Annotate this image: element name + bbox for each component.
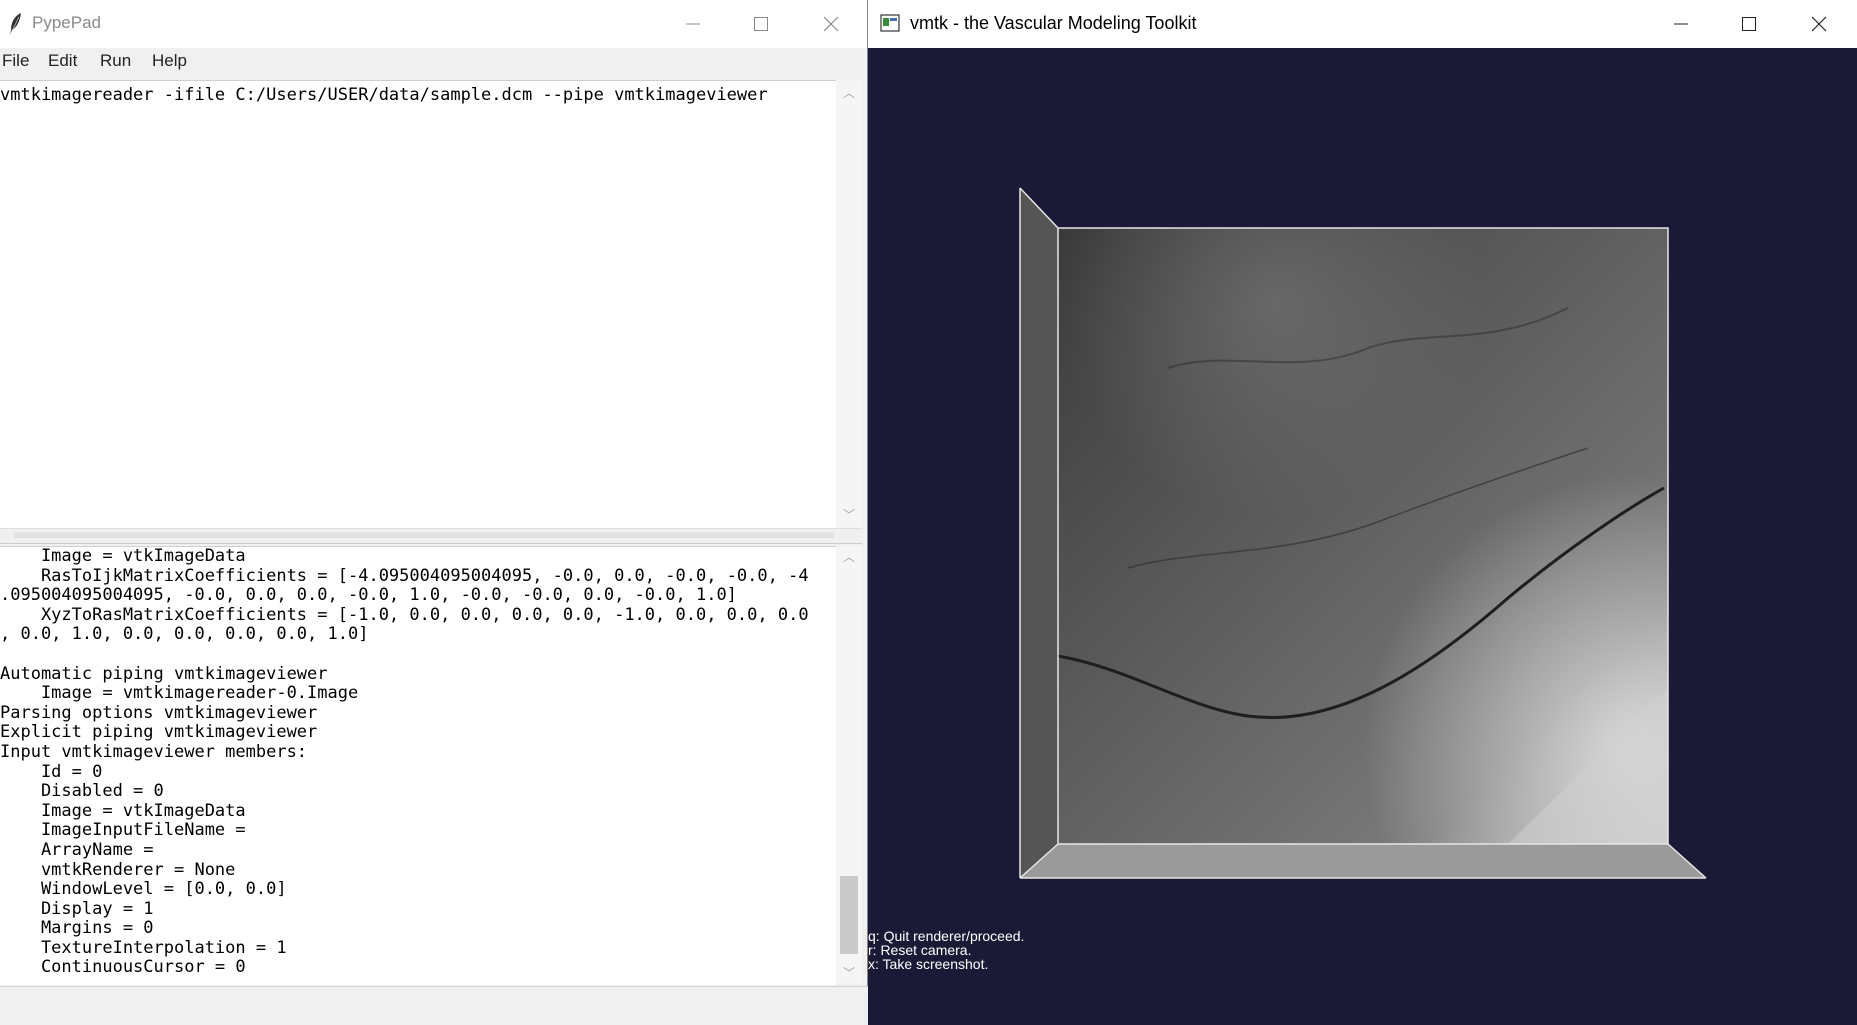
- render-viewport[interactable]: q: Quit renderer/proceed. r: Reset camer…: [868, 48, 1857, 1024]
- menu-bar: File Edit Run Help: [0, 48, 867, 76]
- console-line: Explicit piping vmtkimageviewer: [0, 722, 318, 743]
- console-line: Display = 1: [0, 898, 154, 919]
- minimize-icon: [686, 23, 700, 25]
- hint-screenshot: x: Take screenshot.: [868, 956, 989, 972]
- console-line: XyzToRasMatrixCoefficients = [-1.0, 0.0,…: [0, 604, 809, 625]
- bottom-slice-plane: [1020, 844, 1706, 878]
- minimize-icon: [1674, 23, 1688, 25]
- scroll-up-icon[interactable]: ︿: [842, 86, 856, 100]
- maximize-icon: [754, 17, 768, 31]
- console-line: ArrayName =: [0, 839, 154, 860]
- console-line: ContinuousCursor = 0: [0, 957, 246, 978]
- console-line: Image = vtkImageData: [0, 800, 246, 821]
- status-bar: [0, 986, 868, 1025]
- minimize-button[interactable]: [1648, 0, 1714, 48]
- console-line: TextureInterpolation = 1: [0, 937, 287, 958]
- maximize-icon: [1742, 17, 1756, 31]
- scroll-down-icon[interactable]: ﹀: [842, 966, 856, 980]
- vmtk-titlebar[interactable]: vmtk - the Vascular Modeling Toolkit: [868, 0, 1857, 48]
- close-button[interactable]: [798, 0, 864, 48]
- console-line: WindowLevel = [0.0, 0.0]: [0, 879, 287, 900]
- vmtk-app-icon: [880, 14, 900, 32]
- console-scrollbar[interactable]: ︿ ﹀: [836, 546, 862, 984]
- vmtk-window: vmtk - the Vascular Modeling Toolkit q: …: [868, 0, 1857, 1024]
- script-editor[interactable]: vmtkimagereader -ifile C:/Users/USER/dat…: [0, 80, 836, 529]
- window-title: PypePad: [32, 13, 101, 32]
- close-icon: [823, 16, 839, 32]
- horizontal-scroll-thumb[interactable]: [14, 532, 834, 538]
- console-line: Disabled = 0: [0, 781, 164, 802]
- console-line: .095004095004095, -0.0, 0.0, 0.0, -0.0, …: [0, 585, 737, 606]
- image-volume-render[interactable]: [868, 48, 1857, 1024]
- menu-help[interactable]: Help: [152, 51, 187, 71]
- console-line: Parsing options vmtkimageviewer: [0, 702, 318, 723]
- scroll-down-icon[interactable]: ﹀: [842, 508, 856, 522]
- window-title: vmtk - the Vascular Modeling Toolkit: [910, 13, 1197, 33]
- maximize-button[interactable]: [728, 0, 794, 48]
- console-line: Margins = 0: [0, 918, 154, 939]
- pypepad-window: PypePad File Edit Run Help vmtkimageread…: [0, 0, 868, 1025]
- console-scroll-thumb[interactable]: [840, 876, 858, 954]
- console-line: Input vmtkimageviewer members:: [0, 741, 308, 762]
- console-line: vmtkRenderer = None: [0, 859, 236, 880]
- menu-file[interactable]: File: [2, 51, 29, 71]
- menu-run[interactable]: Run: [100, 51, 131, 71]
- editor-horizontal-scrollbar[interactable]: [0, 528, 862, 544]
- editor-text: vmtkimagereader -ifile C:/Users/USER/dat…: [0, 85, 768, 105]
- maximize-button[interactable]: [1716, 0, 1782, 48]
- console-line: Image = vtkImageData: [0, 546, 246, 566]
- console-line: ImageInputFileName =: [0, 820, 246, 841]
- editor-scrollbar[interactable]: ︿ ﹀: [836, 80, 862, 528]
- console-line: Automatic piping vmtkimageviewer: [0, 663, 328, 684]
- feather-icon: [9, 13, 21, 36]
- scroll-up-icon[interactable]: ︿: [842, 550, 856, 564]
- console-line: Image = vmtkimagereader-0.Image: [0, 683, 359, 704]
- console-line: , 0.0, 1.0, 0.0, 0.0, 0.0, 0.0, 1.0]: [0, 624, 369, 645]
- minimize-button[interactable]: [660, 0, 726, 48]
- close-icon: [1811, 16, 1827, 32]
- console-line: Id = 0: [0, 761, 103, 782]
- console-line: RasToIjkMatrixCoefficients = [-4.0950040…: [0, 565, 809, 586]
- close-button[interactable]: [1786, 0, 1852, 48]
- menu-edit[interactable]: Edit: [48, 51, 77, 71]
- output-console[interactable]: Image = vtkImageData RasToIjkMatrixCoeff…: [0, 546, 836, 985]
- pypepad-titlebar[interactable]: PypePad: [0, 0, 867, 48]
- side-slice-plane: [1020, 188, 1058, 878]
